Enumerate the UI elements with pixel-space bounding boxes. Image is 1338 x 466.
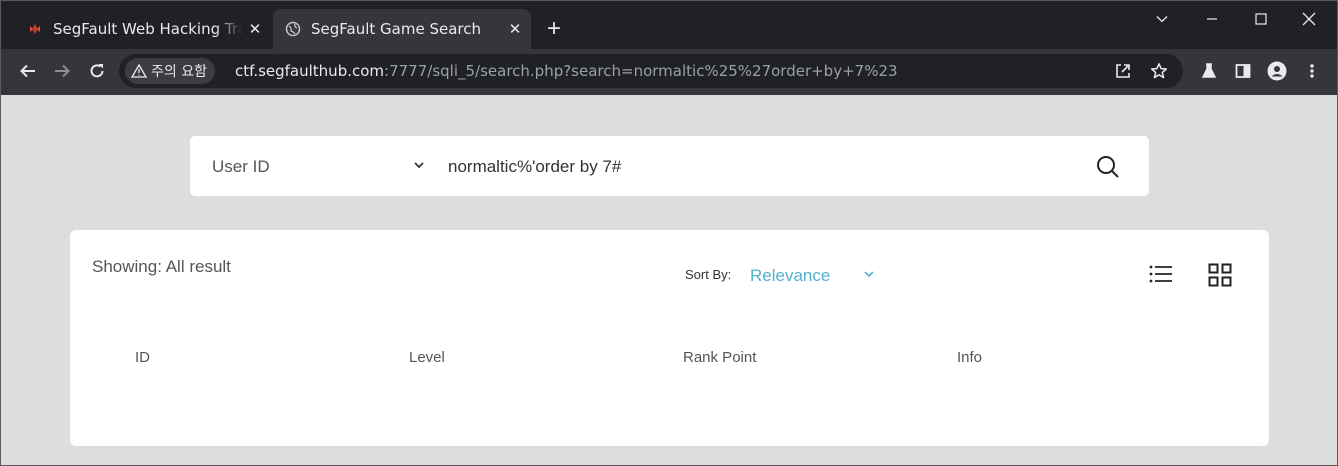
sort-select[interactable]: Relevance [750, 266, 830, 286]
browser-toolbar: 주의 요함 ctf.segfaulthub.com:7777/sqli_5/se… [1, 49, 1337, 95]
column-header-id: ID [135, 349, 150, 366]
search-bar: User ID normaltic%'order by 7# [190, 136, 1149, 196]
column-header-rank-point: Rank Point [683, 349, 757, 366]
sort-by-label: Sort By: [685, 267, 732, 282]
tab-segfault-game-search[interactable]: SegFault Game Search ✕ [273, 9, 531, 49]
side-panel-icon[interactable] [1231, 59, 1255, 83]
menu-kebab-icon[interactable] [1300, 59, 1324, 83]
chevron-down-icon[interactable] [412, 158, 426, 172]
tab-title: SegFault Web Hacking Trai [53, 20, 243, 38]
close-window-icon[interactable] [1285, 1, 1333, 37]
close-tab-icon[interactable]: ✕ [243, 20, 267, 38]
minimize-icon[interactable] [1188, 1, 1236, 37]
lab-flask-icon[interactable] [1197, 59, 1221, 83]
close-tab-icon[interactable]: ✕ [503, 20, 527, 38]
showing-label: Showing: All result [92, 257, 231, 276]
search-icon[interactable] [1096, 155, 1120, 179]
profile-avatar-icon[interactable] [1265, 59, 1289, 83]
forward-icon[interactable] [48, 57, 76, 85]
results-panel: Showing: All result Sort By: Relevance I… [70, 230, 1269, 446]
page-content: User ID normaltic%'order by 7# Showing: … [1, 95, 1337, 465]
tab-search-chevron-icon[interactable] [1138, 1, 1186, 37]
reload-icon[interactable] [83, 57, 111, 85]
globe-icon [285, 21, 301, 37]
share-icon[interactable] [1111, 59, 1135, 83]
tab-segfault-web-hacking[interactable]: SegFault Web Hacking Trai ✕ [15, 9, 271, 49]
new-tab-button[interactable]: + [541, 16, 567, 42]
warning-icon [131, 63, 147, 78]
chevron-down-icon[interactable] [863, 268, 875, 280]
back-icon[interactable] [14, 57, 42, 85]
tab-title: SegFault Game Search [311, 20, 481, 38]
column-header-info: Info [957, 349, 983, 366]
search-field-select[interactable]: User ID [212, 157, 270, 177]
segfault-favicon-icon [30, 24, 40, 34]
column-header-level: Level [409, 349, 445, 366]
bookmark-star-icon[interactable] [1147, 59, 1171, 83]
url-host: ctf.segfaulthub.com [235, 62, 385, 80]
search-input[interactable]: normaltic%'order by 7# [448, 157, 621, 177]
security-chip-label: 주의 요함 [151, 64, 207, 80]
browser-window: SegFault Web Hacking Trai ✕ SegFault Gam… [0, 0, 1338, 466]
security-chip[interactable]: 주의 요함 [125, 58, 215, 84]
address-bar[interactable]: 주의 요함 ctf.segfaulthub.com:7777/sqli_5/se… [119, 54, 1183, 88]
url-path: :7777/sqli_5/search.php?search=normaltic… [384, 62, 898, 80]
tab-strip: SegFault Web Hacking Trai ✕ SegFault Gam… [1, 1, 1337, 49]
list-view-icon[interactable] [1149, 264, 1173, 284]
maximize-icon[interactable] [1237, 1, 1285, 37]
url-text[interactable]: ctf.segfaulthub.com:7777/sqli_5/search.p… [235, 62, 898, 80]
grid-view-icon[interactable] [1208, 263, 1232, 287]
